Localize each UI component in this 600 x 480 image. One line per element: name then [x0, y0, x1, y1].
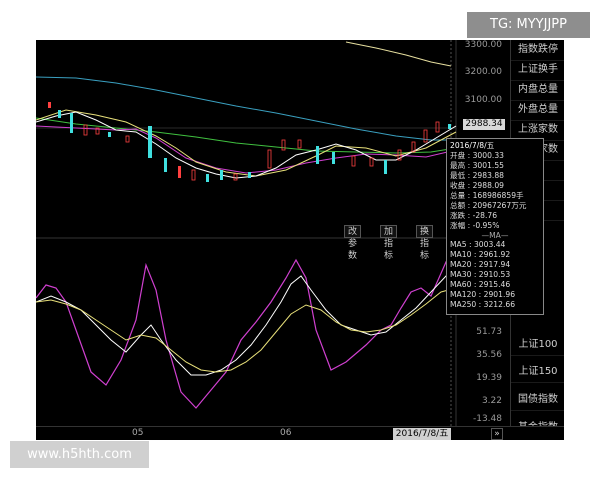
price-candles: [48, 102, 451, 182]
ma5-line: [36, 111, 457, 179]
panel-item[interactable]: 外盘总量: [511, 100, 564, 121]
info-ma60: MA60 : 2915.46: [450, 280, 511, 289]
info-ma120: MA120 : 2901.96: [450, 290, 516, 299]
panel-item[interactable]: 上证100: [511, 335, 564, 356]
info-change: 涨跌 : -28.76: [450, 211, 498, 220]
osc-tick: -13.48: [472, 414, 502, 424]
bar-info-panel: 2016/7/8/五 开盘 : 3000.33 最高 : 3001.55 最低 …: [446, 138, 544, 315]
edit-params-button[interactable]: 改参数: [344, 225, 362, 261]
ma250-line: [345, 41, 452, 67]
switch-indicator-button[interactable]: 换指标: [416, 225, 434, 261]
osc-k-line: [36, 258, 457, 409]
info-volume: 总量 : 168986859手: [450, 191, 524, 200]
stock-chart-window: 3300.00 3200.00 3100.00 2988.34 51.73 35…: [36, 40, 564, 440]
info-ma-title: —MA—: [481, 231, 509, 240]
info-ma5: MA5 : 3003.44: [450, 240, 506, 249]
panel-item[interactable]: 上证换手: [511, 60, 564, 81]
osc-tick: 3.22: [481, 396, 502, 406]
cursor-date: 2016/7/8/五: [393, 428, 451, 440]
info-date: 2016/7/8/五: [450, 141, 495, 150]
price-tick: 3100.00: [464, 95, 502, 105]
osc-tick: 35.56: [476, 350, 502, 360]
panel-item[interactable]: 内盘总量: [511, 80, 564, 101]
month-label: 05: [132, 428, 144, 438]
osc-tick: 51.73: [476, 327, 502, 337]
panel-item[interactable]: 指数跌停: [511, 40, 564, 61]
overlay-watermark-bottom: www.h5hth.com: [10, 441, 149, 468]
timeline-bar: 05 06 2016/7/8/五 »: [36, 426, 564, 440]
info-ma250: MA250 : 3212.66: [450, 300, 516, 309]
info-open: 开盘 : 3000.33: [450, 151, 504, 160]
info-high: 最高 : 3001.55: [450, 161, 504, 170]
info-ma30: MA30 : 2910.53: [450, 270, 511, 279]
info-pct: 涨幅 : -0.95%: [450, 221, 500, 230]
price-tick: 3300.00: [464, 40, 502, 50]
info-ma20: MA20 : 2917.94: [450, 260, 511, 269]
overlay-watermark-top: TG: MYYJJPP: [467, 12, 590, 38]
panel-item[interactable]: 上证150: [511, 362, 564, 383]
ma10-line: [36, 109, 457, 177]
month-label: 06: [280, 428, 292, 438]
info-ma10: MA10 : 2961.92: [450, 250, 511, 259]
info-amount: 总额 : 20967267万元: [450, 201, 527, 210]
info-close: 收盘 : 2988.09: [450, 181, 504, 190]
panel-item[interactable]: 国债指数: [511, 390, 564, 411]
osc-tick: 19.39: [476, 373, 502, 383]
info-low: 最低 : 2983.88: [450, 171, 504, 180]
current-price-tag: 2988.34: [463, 119, 505, 130]
price-tick: 3200.00: [464, 67, 502, 77]
osc-j-line: [36, 287, 457, 373]
add-indicator-button[interactable]: 加指标: [380, 225, 398, 261]
scroll-right-icon[interactable]: »: [491, 428, 503, 440]
